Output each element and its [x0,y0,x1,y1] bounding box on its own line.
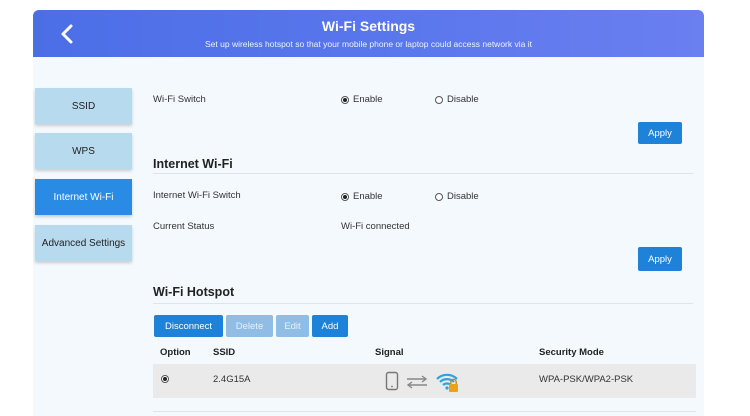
sidebar-item-wps[interactable]: WPS [35,133,132,169]
wifi-disable-radio[interactable]: Disable [435,94,479,105]
radio-label: Enable [353,94,383,105]
hotspot-title: Wi-Fi Hotspot [153,285,235,299]
signal-cell [385,369,475,393]
sidebar-item-label: Advanced Settings [41,237,126,249]
column-header-security-mode: Security Mode [539,347,604,358]
row-select-radio[interactable] [161,375,173,383]
wifi-apply-button[interactable]: Apply [638,122,682,144]
radio-checked-icon [341,95,349,104]
edit-button[interactable]: Edit [276,315,309,337]
add-button[interactable]: Add [312,315,348,337]
radio-checked-icon [161,375,169,383]
internet-wifi-title: Internet Wi-Fi [153,157,233,171]
current-status-label: Current Status [153,221,215,232]
sidebar-item-internet-wifi[interactable]: Internet Wi-Fi [35,179,132,215]
current-status-value: Wi-Fi connected [341,221,410,232]
column-header-ssid: SSID [213,347,236,358]
wifi-switch-label: Wi-Fi Switch [153,94,206,105]
radio-label: Disable [447,94,479,105]
row-security-mode: WPA-PSK/WPA2-PSK [539,374,634,385]
settings-panel: SSID WPS Internet Wi-Fi Advanced Setting… [33,57,704,416]
sidebar-item-label: WPS [72,145,95,157]
column-header-option: Option [160,347,191,358]
sidebar-item-ssid[interactable]: SSID [35,88,132,124]
internet-wifi-disable-radio[interactable]: Disable [435,191,479,202]
radio-label: Disable [447,191,479,202]
page-subtitle: Set up wireless hotspot so that your mob… [205,39,532,49]
column-header-signal: Signal [375,347,404,358]
page-title: Wi-Fi Settings [321,18,416,34]
row-ssid: 2.4G15A [213,374,251,385]
header-bar: Wi-Fi Settings Set up wireless hotspot s… [33,10,704,57]
radio-checked-icon [341,192,349,201]
wifi-locked-icon [436,373,458,392]
table-bottom-divider [153,411,696,412]
transfer-arrows-icon [406,375,428,389]
internet-wifi-apply-button[interactable]: Apply [638,247,682,271]
disconnect-button[interactable]: Disconnect [154,315,223,337]
sidebar-item-advanced-settings[interactable]: Advanced Settings [35,225,132,261]
radio-unchecked-icon [435,192,443,201]
internet-wifi-enable-radio[interactable]: Enable [341,191,383,202]
phone-icon [385,371,399,391]
sidebar-item-label: Internet Wi-Fi [53,191,114,203]
section-divider [153,303,693,304]
sidebar-item-label: SSID [71,100,96,112]
internet-wifi-switch-label: Internet Wi-Fi Switch [153,190,241,201]
delete-button[interactable]: Delete [226,315,273,337]
section-divider [153,173,693,174]
radio-label: Enable [353,191,383,202]
radio-unchecked-icon [435,95,443,104]
wifi-enable-radio[interactable]: Enable [341,94,383,105]
